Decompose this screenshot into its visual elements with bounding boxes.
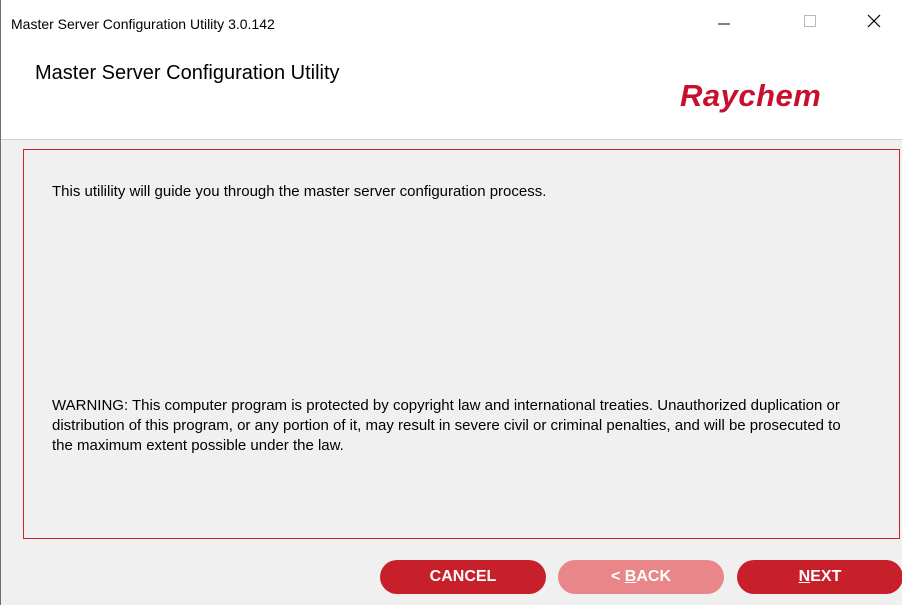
close-icon <box>867 14 881 28</box>
maximize-icon <box>804 15 816 27</box>
cancel-button-label: CANCEL <box>429 568 497 585</box>
minimize-icon <box>718 23 730 25</box>
back-button-prefix: < <box>610 568 625 585</box>
intro-text: This utilility will guide you through th… <box>52 183 547 200</box>
back-button-label-rest: ACK <box>636 568 672 585</box>
page-title: Master Server Configuration Utility <box>35 62 340 84</box>
maximize-button[interactable] <box>787 0 833 42</box>
window-title: Master Server Configuration Utility 3.0.… <box>11 16 275 32</box>
back-button-accelerator: B <box>624 568 637 585</box>
next-button[interactable]: N EXT <box>737 560 902 594</box>
raychem-logo: Raychem <box>680 78 822 113</box>
close-button[interactable] <box>851 0 897 42</box>
next-button-label-rest: EXT <box>810 568 842 585</box>
cancel-button[interactable]: CANCEL <box>380 560 546 594</box>
installer-window: Master Server Configuration Utility 3.0.… <box>0 0 902 605</box>
back-button[interactable]: < B ACK <box>558 560 724 594</box>
title-bar[interactable]: Master Server Configuration Utility 3.0.… <box>1 0 902 42</box>
wizard-header: Master Server Configuration Utility Rayc… <box>1 42 902 140</box>
minimize-button[interactable] <box>701 0 747 42</box>
copyright-warning: WARNING: This computer program is protec… <box>52 397 841 454</box>
content-panel: This utilility will guide you through th… <box>23 149 900 539</box>
next-button-accelerator: N <box>798 568 811 585</box>
